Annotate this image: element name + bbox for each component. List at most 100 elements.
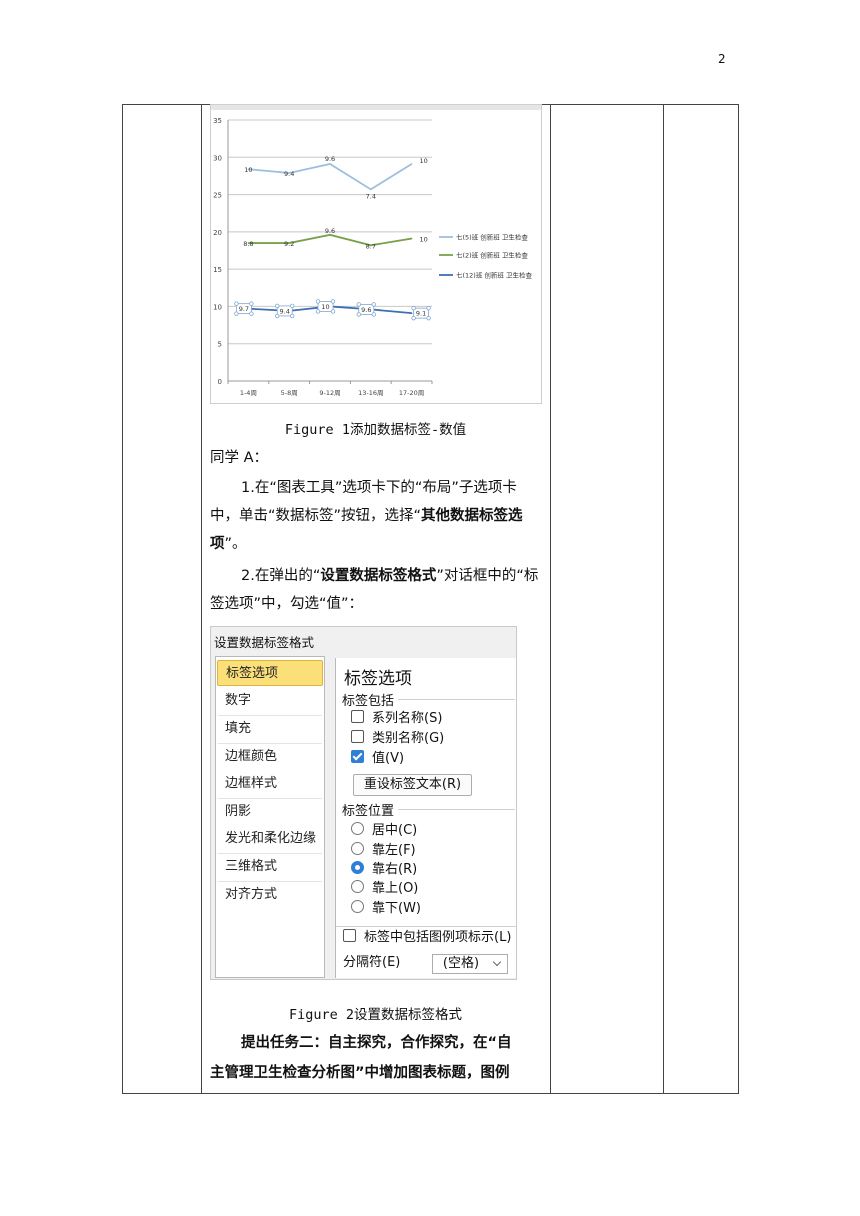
data-label: 9.4 bbox=[284, 170, 294, 178]
selection-handle bbox=[249, 311, 254, 316]
selection-handle bbox=[426, 305, 431, 311]
bottom-radio[interactable] bbox=[351, 900, 364, 913]
data-label: 9.4 bbox=[280, 307, 290, 315]
step1-text-c: ”。 bbox=[224, 536, 247, 552]
center-label: 居中(C) bbox=[372, 823, 418, 838]
separator-select[interactable]: (空格) bbox=[432, 954, 490, 974]
legend-entry: 七(12)班 创新班 卫生检查 bbox=[456, 271, 532, 280]
data-label: 10 bbox=[244, 166, 252, 174]
y-tick-label: 10 bbox=[213, 303, 222, 311]
x-tick-label: 1-4周 bbox=[240, 389, 257, 397]
selection-handle bbox=[274, 303, 280, 309]
label-options-panel: 标签选项 标签包括 系列名称(S) 类别名称(G) 值(V) 重设标签文本(R)… bbox=[335, 658, 517, 978]
series-name-option[interactable]: 系列名称(S) bbox=[351, 710, 442, 728]
position-left-option[interactable]: 靠左(F) bbox=[351, 842, 416, 860]
data-point bbox=[410, 237, 413, 240]
right-label: 靠右(R) bbox=[372, 862, 418, 877]
y-tick-label: 15 bbox=[213, 266, 222, 274]
panel-heading: 标签选项 bbox=[344, 669, 412, 689]
value-label: 值(V) bbox=[372, 751, 405, 766]
data-point bbox=[370, 188, 372, 191]
legend-key-option[interactable]: 标签中包括图例项标示(L) bbox=[343, 929, 511, 947]
data-label: 9.6 bbox=[325, 155, 335, 163]
y-tick-label: 35 bbox=[213, 117, 222, 125]
data-point bbox=[329, 163, 331, 165]
right-radio[interactable] bbox=[351, 861, 364, 874]
selection-handle bbox=[315, 299, 321, 304]
dialog-title: 设置数据标签格式 bbox=[214, 635, 315, 650]
nav-3d-format[interactable]: 三维格式 bbox=[217, 854, 323, 880]
position-center-option[interactable]: 居中(C) bbox=[351, 822, 417, 840]
position-top-option[interactable]: 靠上(O) bbox=[351, 880, 418, 898]
x-tick-label: 17-20周 bbox=[399, 389, 424, 397]
step1-paragraph: 1.在“图表工具”选项卡下的“布局”子选项卡中，单击“数据标签”按钮，选择“其他… bbox=[210, 474, 544, 558]
center-radio[interactable] bbox=[351, 822, 364, 835]
bottom-label: 靠下(W) bbox=[372, 901, 421, 916]
table-divider bbox=[201, 105, 202, 1093]
selection-handle bbox=[330, 309, 336, 314]
y-tick-label: 0 bbox=[218, 378, 222, 386]
data-label: 7.4 bbox=[366, 192, 376, 200]
selection-handle bbox=[234, 311, 239, 316]
step2-text-a: 2.在弹出的“ bbox=[241, 568, 321, 584]
student-label: 同学 A： bbox=[210, 450, 269, 466]
nav-glow-soft-edges[interactable]: 发光和柔化边缘 bbox=[217, 826, 323, 852]
chevron-down-icon[interactable] bbox=[488, 954, 508, 974]
selection-handle bbox=[371, 312, 376, 317]
selection-handle bbox=[289, 313, 295, 319]
step2-paragraph: 2.在弹出的“设置数据标签格式”对话框中的“标签选项”中，勾选“值”： bbox=[210, 562, 544, 618]
task2-line1: 提出任务二：自主探究，合作探究，在“自 bbox=[241, 1035, 512, 1051]
x-tick-label: 13-16周 bbox=[358, 389, 383, 397]
nav-fill[interactable]: 填充 bbox=[217, 716, 323, 742]
value-option[interactable]: 值(V) bbox=[351, 750, 404, 768]
reset-label-text-button[interactable]: 重设标签文本(R) bbox=[353, 774, 472, 796]
nav-border-color[interactable]: 边框颜色 bbox=[217, 744, 323, 770]
nav-shadow[interactable]: 阴影 bbox=[217, 799, 323, 825]
y-tick-label: 20 bbox=[213, 229, 222, 237]
data-point bbox=[410, 312, 413, 314]
legend-key-checkbox[interactable] bbox=[343, 929, 356, 942]
nav-label-options[interactable]: 标签选项 bbox=[217, 660, 323, 686]
nav-number[interactable]: 数字 bbox=[217, 688, 323, 714]
category-name-option[interactable]: 类别名称(G) bbox=[351, 730, 444, 748]
position-bottom-option[interactable]: 靠下(W) bbox=[351, 900, 421, 918]
series-line bbox=[248, 233, 412, 247]
data-label: 10 bbox=[419, 157, 427, 165]
line-chart: 0 5 10 15 20 25 30 35 1-4周 5-8周 9-12周 13-16周 17-20周 1… bbox=[210, 104, 542, 404]
position-right-option[interactable]: 靠右(R) bbox=[351, 861, 417, 879]
x-tick-label: 9-12周 bbox=[319, 389, 340, 397]
figure1-caption: Figure 1添加数据标签-数值 bbox=[284, 422, 467, 438]
dialog-nav: 标签选项 数字 填充 边框颜色 边框样式 阴影 发光和柔化边缘 三维格式 对齐方… bbox=[215, 656, 325, 978]
left-radio[interactable] bbox=[351, 842, 364, 855]
task2-paragraph: 提出任务二：自主探究，合作探究，在“自 bbox=[210, 1029, 544, 1057]
step2-text-bold: 设置数据标签格式 bbox=[320, 568, 437, 584]
data-label: 9.2 bbox=[284, 240, 294, 248]
top-label: 靠上(O) bbox=[372, 881, 419, 896]
top-radio[interactable] bbox=[351, 880, 364, 893]
selection-handle bbox=[289, 303, 295, 309]
selection-handle bbox=[371, 302, 376, 307]
nav-alignment[interactable]: 对齐方式 bbox=[217, 882, 323, 908]
y-tick-label: 5 bbox=[218, 341, 222, 349]
selection-handle bbox=[356, 312, 361, 317]
nav-border-style[interactable]: 边框样式 bbox=[217, 771, 323, 797]
legend-entry: 七(5)班 创新班 卫生检查 bbox=[456, 233, 528, 242]
selection-handle bbox=[411, 315, 416, 321]
section-rule bbox=[398, 699, 515, 700]
figure2-caption: Figure 2设置数据标签格式 bbox=[288, 1007, 463, 1023]
data-label: 9.1 bbox=[416, 310, 426, 318]
table-divider bbox=[550, 105, 551, 1093]
selection-handle bbox=[234, 301, 239, 306]
task2-paragraph-cont: 主管理卫生检查分析图”中增加图表标题，图例 bbox=[210, 1059, 544, 1087]
section-rule bbox=[398, 809, 515, 810]
label-position-heading: 标签位置 bbox=[342, 804, 395, 819]
category-name-checkbox[interactable] bbox=[351, 730, 364, 743]
selection-handle bbox=[411, 305, 416, 311]
section-rule bbox=[336, 926, 517, 927]
series-name-checkbox[interactable] bbox=[351, 710, 364, 723]
value-checkbox[interactable] bbox=[351, 750, 364, 763]
data-label: 10 bbox=[321, 303, 329, 311]
data-label: 9.6 bbox=[361, 306, 371, 314]
data-label: 8.7 bbox=[366, 242, 376, 250]
format-data-labels-dialog: 设置数据标签格式 标签选项 数字 填充 边框颜色 边框样式 阴影 发光和柔化边缘… bbox=[210, 626, 517, 980]
